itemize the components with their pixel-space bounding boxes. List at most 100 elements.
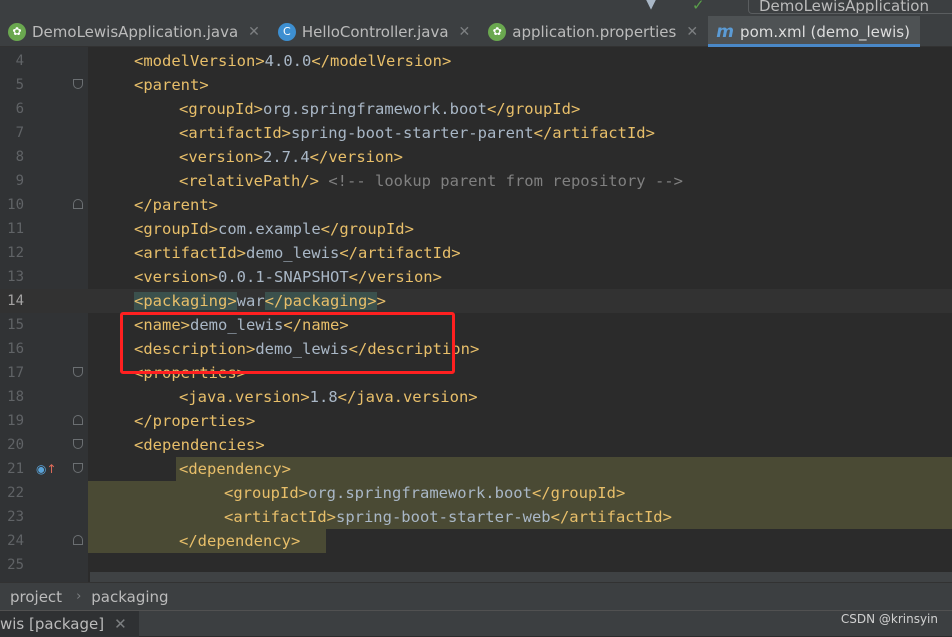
code-tag: <version> xyxy=(134,268,218,286)
code-text: </dependency> xyxy=(179,529,300,553)
tab-1[interactable]: ✿ DemoLewisApplication.java ✕ xyxy=(0,16,270,47)
code-tag: </version> xyxy=(348,268,442,286)
code-tag: <relativePath/> xyxy=(179,172,319,190)
fold-end-icon[interactable] xyxy=(73,535,83,545)
code-tag: <parent> xyxy=(134,76,209,94)
code-value: 1.8 xyxy=(309,388,338,406)
line-number: 8 xyxy=(15,149,24,165)
code-value: org.springframework.boot xyxy=(263,100,487,118)
code-text: <java.version>1.8</java.version> xyxy=(179,385,478,409)
code-value: 0.0.1-SNAPSHOT xyxy=(218,268,349,286)
breadcrumb: project › packaging xyxy=(0,582,952,610)
run-configuration-label: DemoLewisApplication xyxy=(759,0,929,14)
toolbar-icons: ▼ ✓ xyxy=(646,0,705,14)
run-tool-tab[interactable]: wis [package] ✕ xyxy=(0,611,139,637)
code-tag: </packaging> xyxy=(264,292,377,310)
line-number: 21 xyxy=(7,461,24,477)
close-icon[interactable]: ✕ xyxy=(459,24,471,40)
spring-icon: ✿ xyxy=(8,22,26,41)
line-number: 12 xyxy=(7,245,24,261)
code-tag: </groupId> xyxy=(486,100,581,118)
code-line: 12 <artifactId>demo_lewis</artifactId> xyxy=(0,241,952,265)
fold-collapse-icon[interactable] xyxy=(73,463,83,473)
fold-collapse-icon[interactable] xyxy=(73,367,83,377)
code-tag: </groupId> xyxy=(320,220,414,238)
code-line: 19 </properties> xyxy=(0,409,952,433)
code-line: 18 <java.version>1.8</java.version> xyxy=(0,385,952,409)
code-value: demo_lewis xyxy=(245,244,340,262)
code-text: <groupId>org.springframework.boot</group… xyxy=(179,97,580,121)
code-value: war xyxy=(236,292,265,310)
toolbar-strip: ▼ ✓ DemoLewisApplication xyxy=(0,0,952,16)
run-configuration-selector[interactable]: DemoLewisApplication xyxy=(748,0,952,14)
code-editor[interactable]: 4 <modelVersion>4.0.0</modelVersion> 5 <par… xyxy=(0,47,952,582)
code-line: 9 <relativePath/> <!-- lookup parent from… xyxy=(0,169,952,193)
line-number: 5 xyxy=(15,77,24,93)
tab-3[interactable]: ✿ application.properties ✕ xyxy=(480,16,708,47)
code-value xyxy=(319,172,328,190)
code-tag: <version> xyxy=(179,148,263,166)
breadcrumb-item[interactable]: packaging xyxy=(91,588,168,606)
code-tag: <groupId> xyxy=(224,484,308,502)
code-tag: <artifactId> xyxy=(134,244,246,262)
code-line: 21 ◉↑ <dependency> xyxy=(0,457,952,481)
horizontal-scrollbar[interactable] xyxy=(90,572,952,582)
code-text: <relativePath/> <!-- lookup parent from … xyxy=(179,169,683,193)
code-line: 22 <groupId>org.springframework.boot</gro… xyxy=(0,481,952,505)
fold-end-icon[interactable] xyxy=(73,415,83,425)
code-line: 8 <version>2.7.4</version> xyxy=(0,145,952,169)
tab-2[interactable]: C HelloController.java ✕ xyxy=(270,16,480,47)
close-icon[interactable]: ✕ xyxy=(114,615,127,633)
code-text: </parent> xyxy=(134,193,218,217)
line-number: 22 xyxy=(7,485,24,501)
line-number: 11 xyxy=(7,221,24,237)
code-tag: </version> xyxy=(309,148,403,166)
code-tag: </groupId> xyxy=(531,484,626,502)
code-text: <dependencies> xyxy=(134,433,265,457)
annotation-red-box xyxy=(120,312,455,374)
code-tag: <artifactId> xyxy=(179,124,291,142)
fold-collapse-icon[interactable] xyxy=(73,439,83,449)
code-tag: </artifactId> xyxy=(550,508,672,526)
tab-4[interactable]: m pom.xml (demo_lewis) xyxy=(708,16,920,47)
line-number: 16 xyxy=(7,341,24,357)
line-number: 10 xyxy=(7,197,24,213)
build-hammer-icon[interactable]: ✓ xyxy=(692,0,705,13)
code-comment: <!-- lookup parent from repository --> xyxy=(328,172,683,190)
line-number: 25 xyxy=(7,557,24,573)
line-number: 20 xyxy=(7,437,24,453)
code-tag: <packaging> xyxy=(134,292,237,310)
fold-end-icon[interactable] xyxy=(73,199,83,209)
code-tag: </dependency> xyxy=(179,532,301,550)
code-value: spring-boot-starter-web xyxy=(335,508,551,526)
line-number: 23 xyxy=(7,509,24,525)
code-line: 24 </dependency> xyxy=(0,529,952,553)
code-text: <artifactId>demo_lewis</artifactId> xyxy=(134,241,461,265)
code-tag: <groupId> xyxy=(134,220,218,238)
spring-icon: ✿ xyxy=(488,22,507,41)
code-value: com.example xyxy=(218,220,321,238)
code-text: <artifactId>spring-boot-starter-parent</… xyxy=(179,121,655,145)
code-text: <groupId>com.example</groupId> xyxy=(134,217,414,241)
code-value: org.springframework.boot xyxy=(308,484,532,502)
close-icon[interactable]: ✕ xyxy=(248,24,260,40)
override-marker-icon[interactable]: ◉↑ xyxy=(36,462,57,476)
code-line: 23 <artifactId>spring-boot-starter-web</a… xyxy=(0,505,952,529)
code-value: spring-boot-starter-parent xyxy=(290,124,534,142)
breadcrumb-item[interactable]: project xyxy=(10,588,62,606)
editor-tabs: ✿ DemoLewisApplication.java ✕ C HelloControl… xyxy=(0,16,952,47)
code-tag: </properties> xyxy=(134,412,256,430)
code-text: <modelVersion>4.0.0</modelVersion> xyxy=(134,49,451,73)
run-tool-tab-label: wis [package] xyxy=(0,615,105,633)
line-number: 9 xyxy=(15,173,24,189)
code-tag: </artifactId> xyxy=(533,124,655,142)
close-icon[interactable]: ✕ xyxy=(686,24,698,40)
tool-window-bar: wis [package] ✕ xyxy=(0,610,952,637)
user-dropdown-icon[interactable]: ▼ xyxy=(646,0,656,11)
code-text: <groupId>org.springframework.boot</group… xyxy=(224,481,625,505)
code-text: <packaging>war</packaging>> xyxy=(134,289,386,313)
code-text: <parent> xyxy=(134,73,209,97)
code-tag: <modelVersion> xyxy=(134,52,265,70)
fold-collapse-icon[interactable] xyxy=(73,79,83,89)
tab-label: HelloController.java xyxy=(301,22,449,41)
